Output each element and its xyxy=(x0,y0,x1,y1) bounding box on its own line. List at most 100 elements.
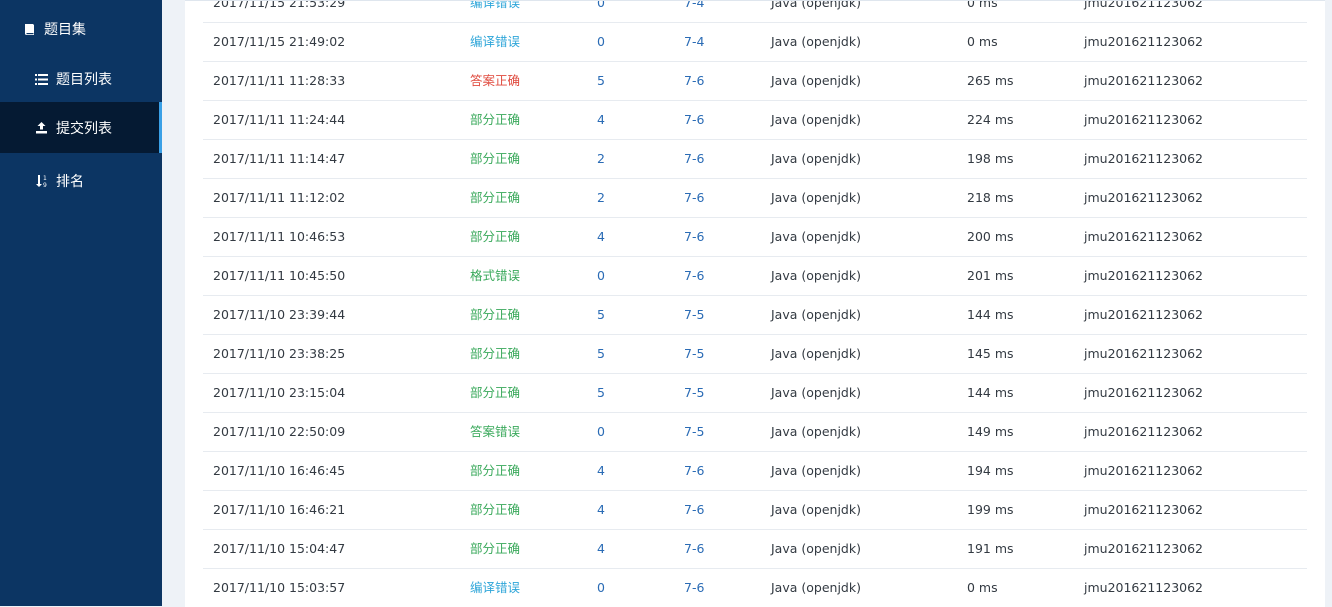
score: 4 xyxy=(597,463,605,478)
status-link[interactable]: 部分正确 xyxy=(470,296,520,334)
status-link[interactable]: 格式错误 xyxy=(470,257,520,295)
problem-link[interactable]: 7-6 xyxy=(684,569,704,607)
compiler: Java (openjdk) xyxy=(771,0,861,10)
problem-link[interactable]: 7-5 xyxy=(684,413,704,451)
time-used: 224 ms xyxy=(967,112,1014,127)
table-row[interactable]: 2017/11/11 10:45:50 格式错误 0 7-6 Java (ope… xyxy=(203,257,1307,296)
problem-link[interactable]: 7-6 xyxy=(684,62,704,100)
time-used: 201 ms xyxy=(967,268,1014,283)
compiler: Java (openjdk) xyxy=(771,268,861,283)
submission-time: 2017/11/11 10:45:50 xyxy=(213,268,346,283)
problem-link[interactable]: 7-4 xyxy=(684,23,704,61)
score: 4 xyxy=(597,229,605,244)
status-link[interactable]: 部分正确 xyxy=(470,218,520,256)
sidebar-item-problem-set[interactable]: 题目集 xyxy=(0,16,162,42)
table-row[interactable]: 2017/11/10 23:15:04 部分正确 5 7-5 Java (ope… xyxy=(203,374,1307,413)
compiler: Java (openjdk) xyxy=(771,307,861,322)
compiler: Java (openjdk) xyxy=(771,424,861,439)
problem-link[interactable]: 7-5 xyxy=(684,374,704,412)
status-link[interactable]: 编译错误 xyxy=(470,569,520,607)
score: 0 xyxy=(597,34,605,49)
problem-link[interactable]: 7-6 xyxy=(684,491,704,529)
score: 5 xyxy=(597,307,605,322)
problem-link[interactable]: 7-5 xyxy=(684,296,704,334)
sidebar-item-label: 排名 xyxy=(56,174,84,190)
time-used: 200 ms xyxy=(967,229,1014,244)
user: jmu201621123062 xyxy=(1084,580,1204,595)
time-used: 144 ms xyxy=(967,307,1014,322)
time-used: 0 ms xyxy=(967,0,998,10)
table-row[interactable]: 2017/11/11 11:14:47 部分正确 2 7-6 Java (ope… xyxy=(203,140,1307,179)
status-link[interactable]: 部分正确 xyxy=(470,530,520,568)
submission-table: 2017/11/15 21:53:29 编译错误 0 7-4 Java (ope… xyxy=(203,0,1307,607)
sidebar-item-label: 题目集 xyxy=(44,22,86,38)
table-row[interactable]: 2017/11/10 22:50:09 答案错误 0 7-5 Java (ope… xyxy=(203,413,1307,452)
submission-time: 2017/11/10 23:39:44 xyxy=(213,307,346,322)
table-row[interactable]: 2017/11/10 16:46:45 部分正确 4 7-6 Java (ope… xyxy=(203,452,1307,491)
table-row[interactable]: 2017/11/11 11:28:33 答案正确 5 7-6 Java (ope… xyxy=(203,62,1307,101)
table-row[interactable]: 2017/11/10 15:03:57 编译错误 0 7-6 Java (ope… xyxy=(203,569,1307,607)
user: jmu201621123062 xyxy=(1084,541,1204,556)
problem-link[interactable]: 7-6 xyxy=(684,101,704,139)
status-link[interactable]: 部分正确 xyxy=(470,374,520,412)
table-row[interactable]: 2017/11/15 21:49:02 编译错误 0 7-4 Java (ope… xyxy=(203,23,1307,62)
time-used: 198 ms xyxy=(967,151,1014,166)
problem-link[interactable]: 7-6 xyxy=(684,452,704,490)
status-link[interactable]: 部分正确 xyxy=(470,335,520,373)
table-row[interactable]: 2017/11/15 21:53:29 编译错误 0 7-4 Java (ope… xyxy=(203,0,1307,23)
status-link[interactable]: 部分正确 xyxy=(470,452,520,490)
status-link[interactable]: 部分正确 xyxy=(470,179,520,217)
sidebar-item-label: 题目列表 xyxy=(56,72,112,88)
submission-time: 2017/11/10 23:15:04 xyxy=(213,385,346,400)
score: 0 xyxy=(597,0,605,10)
problem-link[interactable]: 7-4 xyxy=(684,1,704,22)
submission-list-panel: 2017/11/15 21:53:29 编译错误 0 7-4 Java (ope… xyxy=(185,0,1325,607)
status-link[interactable]: 答案错误 xyxy=(470,413,520,451)
table-row[interactable]: 2017/11/10 23:39:44 部分正确 5 7-5 Java (ope… xyxy=(203,296,1307,335)
problem-link[interactable]: 7-6 xyxy=(684,257,704,295)
sidebar-item-ranking[interactable]: 19 排名 xyxy=(0,168,162,194)
problem-link[interactable]: 7-6 xyxy=(684,140,704,178)
sidebar-item-submissions[interactable]: 提交列表 xyxy=(0,102,162,153)
problem-link[interactable]: 7-6 xyxy=(684,218,704,256)
problem-link[interactable]: 7-5 xyxy=(684,335,704,373)
submission-time: 2017/11/11 11:14:47 xyxy=(213,151,346,166)
score: 5 xyxy=(597,385,605,400)
score: 0 xyxy=(597,268,605,283)
table-row[interactable]: 2017/11/10 15:04:47 部分正确 4 7-6 Java (ope… xyxy=(203,530,1307,569)
status-link[interactable]: 部分正确 xyxy=(470,491,520,529)
user: jmu201621123062 xyxy=(1084,463,1204,478)
status-link[interactable]: 部分正确 xyxy=(470,140,520,178)
status-link[interactable]: 编译错误 xyxy=(470,1,520,22)
compiler: Java (openjdk) xyxy=(771,34,861,49)
time-used: 0 ms xyxy=(967,580,998,595)
status-link[interactable]: 编译错误 xyxy=(470,23,520,61)
user: jmu201621123062 xyxy=(1084,268,1204,283)
submission-time: 2017/11/10 23:38:25 xyxy=(213,346,346,361)
submission-time: 2017/11/10 16:46:45 xyxy=(213,463,346,478)
compiler: Java (openjdk) xyxy=(771,346,861,361)
problem-link[interactable]: 7-6 xyxy=(684,179,704,217)
submission-time: 2017/11/11 10:46:53 xyxy=(213,229,346,244)
status-link[interactable]: 答案正确 xyxy=(470,62,520,100)
sidebar-item-problem-list[interactable]: 题目列表 xyxy=(0,66,162,92)
status-link[interactable]: 部分正确 xyxy=(470,101,520,139)
user: jmu201621123062 xyxy=(1084,424,1204,439)
submission-time: 2017/11/15 21:49:02 xyxy=(213,34,346,49)
score: 2 xyxy=(597,190,605,205)
user: jmu201621123062 xyxy=(1084,151,1204,166)
book-icon xyxy=(22,22,36,36)
table-row[interactable]: 2017/11/10 23:38:25 部分正确 5 7-5 Java (ope… xyxy=(203,335,1307,374)
table-row[interactable]: 2017/11/11 11:24:44 部分正确 4 7-6 Java (ope… xyxy=(203,101,1307,140)
compiler: Java (openjdk) xyxy=(771,502,861,517)
time-used: 145 ms xyxy=(967,346,1014,361)
compiler: Java (openjdk) xyxy=(771,112,861,127)
time-used: 199 ms xyxy=(967,502,1014,517)
user: jmu201621123062 xyxy=(1084,112,1204,127)
problem-link[interactable]: 7-6 xyxy=(684,530,704,568)
user: jmu201621123062 xyxy=(1084,502,1204,517)
table-row[interactable]: 2017/11/11 11:12:02 部分正确 2 7-6 Java (ope… xyxy=(203,179,1307,218)
table-row[interactable]: 2017/11/10 16:46:21 部分正确 4 7-6 Java (ope… xyxy=(203,491,1307,530)
sidebar: 题目集 题目列表 提交列表 19 排名 xyxy=(0,0,162,606)
table-row[interactable]: 2017/11/11 10:46:53 部分正确 4 7-6 Java (ope… xyxy=(203,218,1307,257)
